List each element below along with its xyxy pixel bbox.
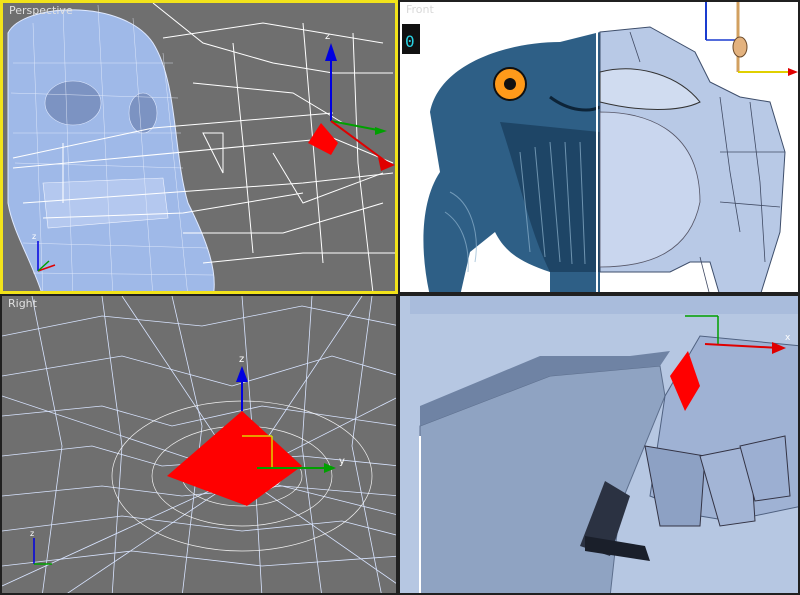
svg-text:z: z	[30, 529, 34, 538]
svg-text:x: x	[785, 333, 791, 343]
svg-text:z: z	[325, 31, 330, 42]
selected-face	[308, 123, 338, 155]
viewport-label-front[interactable]: Front	[406, 3, 434, 16]
front-gizmo[interactable]	[705, 2, 798, 76]
move-gizmo[interactable]: z	[325, 31, 395, 171]
overlay-digit: 0	[405, 32, 415, 51]
viewport-front[interactable]: Front 0	[398, 0, 800, 294]
viewport-label-perspective[interactable]: Perspective	[9, 4, 73, 17]
svg-text:z: z	[239, 354, 244, 365]
toad-model-mesh	[599, 26, 786, 292]
perspective-scene: z z	[7, 3, 395, 291]
toad-reference-image	[423, 32, 601, 292]
front-scene: 0	[402, 2, 798, 292]
right-scene: z y z	[2, 296, 396, 593]
user-scene: x	[400, 296, 798, 593]
viewport-label-right[interactable]: Right	[8, 297, 37, 310]
selected-face	[167, 411, 302, 506]
viewport-perspective[interactable]: Perspective z z	[0, 0, 398, 294]
viewport-right[interactable]: Right z y z	[0, 294, 398, 595]
skull-mesh	[7, 4, 215, 291]
svg-text:y: y	[339, 456, 345, 467]
svg-text:z: z	[32, 232, 36, 241]
wireframe-mesh	[2, 296, 396, 593]
viewport-user[interactable]: x	[398, 294, 800, 595]
